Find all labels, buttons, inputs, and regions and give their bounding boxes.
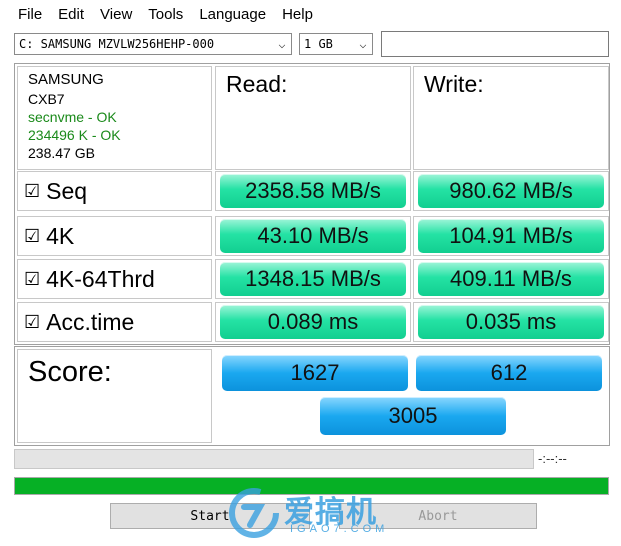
menu-file[interactable]: File <box>0 0 50 30</box>
4k64-write-cell: 409.11 MB/s <box>413 259 609 299</box>
row-label-text: Seq <box>46 177 88 204</box>
menu-help[interactable]: Help <box>274 0 321 30</box>
logo-icon <box>229 488 279 538</box>
4k64-read-result[interactable]: 1348.15 MB/s <box>220 262 406 296</box>
score-total: 3005 <box>320 397 506 435</box>
row-label-text: Acc.time <box>46 308 135 335</box>
row-label-text: 4K-64Thrd <box>46 265 155 292</box>
4k-read-cell: 43.10 MB/s <box>215 216 411 256</box>
test-size-select[interactable]: 1 GB ⌵ <box>299 33 373 55</box>
checkbox-icon[interactable]: ☑ <box>24 226 40 247</box>
acctime-read-result[interactable]: 0.089 ms <box>220 305 406 339</box>
checkbox-icon[interactable]: ☑ <box>24 181 40 202</box>
test-progress-bar <box>14 449 534 469</box>
drive-brand: SAMSUNG <box>28 71 104 88</box>
write-header: Write: <box>413 66 609 170</box>
acctime-write-result[interactable]: 0.035 ms <box>418 305 604 339</box>
menu-edit[interactable]: Edit <box>50 0 92 30</box>
watermark-subtext: IGAO7.COM <box>290 523 389 535</box>
drive-select[interactable]: C: SAMSUNG MZVLW256HEHP-000 ⌵ <box>14 33 292 55</box>
drive-capacity: 238.47 GB <box>28 145 95 161</box>
4k-read-result[interactable]: 43.10 MB/s <box>220 219 406 253</box>
4k-write-result[interactable]: 104.91 MB/s <box>418 219 604 253</box>
seq-read-result[interactable]: 2358.58 MB/s <box>220 174 406 208</box>
row-4k-label[interactable]: ☑ 4K <box>17 216 212 256</box>
row-4k64-label[interactable]: ☑ 4K-64Thrd <box>17 259 212 299</box>
seq-write-cell: 980.62 MB/s <box>413 171 609 211</box>
checkbox-icon[interactable]: ☑ <box>24 269 40 290</box>
row-acctime-label[interactable]: ☑ Acc.time <box>17 302 212 342</box>
menu-tools[interactable]: Tools <box>140 0 191 30</box>
row-label-text: 4K <box>46 222 75 249</box>
driver-status: secnvme - OK <box>28 109 117 125</box>
drive-info-field[interactable] <box>381 31 609 57</box>
seq-read-cell: 2358.58 MB/s <box>215 171 411 211</box>
chevron-down-icon: ⌵ <box>359 37 367 51</box>
acctime-write-cell: 0.035 ms <box>413 302 609 342</box>
watermark-logo: 爱搞机 IGAO7.COM <box>226 485 426 545</box>
read-header: Read: <box>215 66 411 170</box>
alignment-status: 234496 K - OK <box>28 127 121 143</box>
menu-view[interactable]: View <box>92 0 140 30</box>
acctime-read-cell: 0.089 ms <box>215 302 411 342</box>
score-label: Score: <box>17 349 212 443</box>
menu-bar: File Edit View Tools Language Help <box>0 0 621 30</box>
drive-select-value: C: SAMSUNG MZVLW256HEHP-000 <box>19 37 215 51</box>
drive-firmware: CXB7 <box>28 91 65 107</box>
seq-write-result[interactable]: 980.62 MB/s <box>418 174 604 208</box>
score-read: 1627 <box>222 355 408 391</box>
drive-info-panel: SAMSUNG CXB7 secnvme - OK 234496 K - OK … <box>17 66 212 170</box>
chevron-down-icon: ⌵ <box>278 37 286 51</box>
4k-write-cell: 104.91 MB/s <box>413 216 609 256</box>
row-seq-label[interactable]: ☑ Seq <box>17 171 212 211</box>
4k64-write-result[interactable]: 409.11 MB/s <box>418 262 604 296</box>
4k64-read-cell: 1348.15 MB/s <box>215 259 411 299</box>
score-write: 612 <box>416 355 602 391</box>
elapsed-time: -:--:-- <box>538 451 567 466</box>
test-size-value: 1 GB <box>304 37 333 51</box>
checkbox-icon[interactable]: ☑ <box>24 312 40 333</box>
menu-language[interactable]: Language <box>191 0 274 30</box>
